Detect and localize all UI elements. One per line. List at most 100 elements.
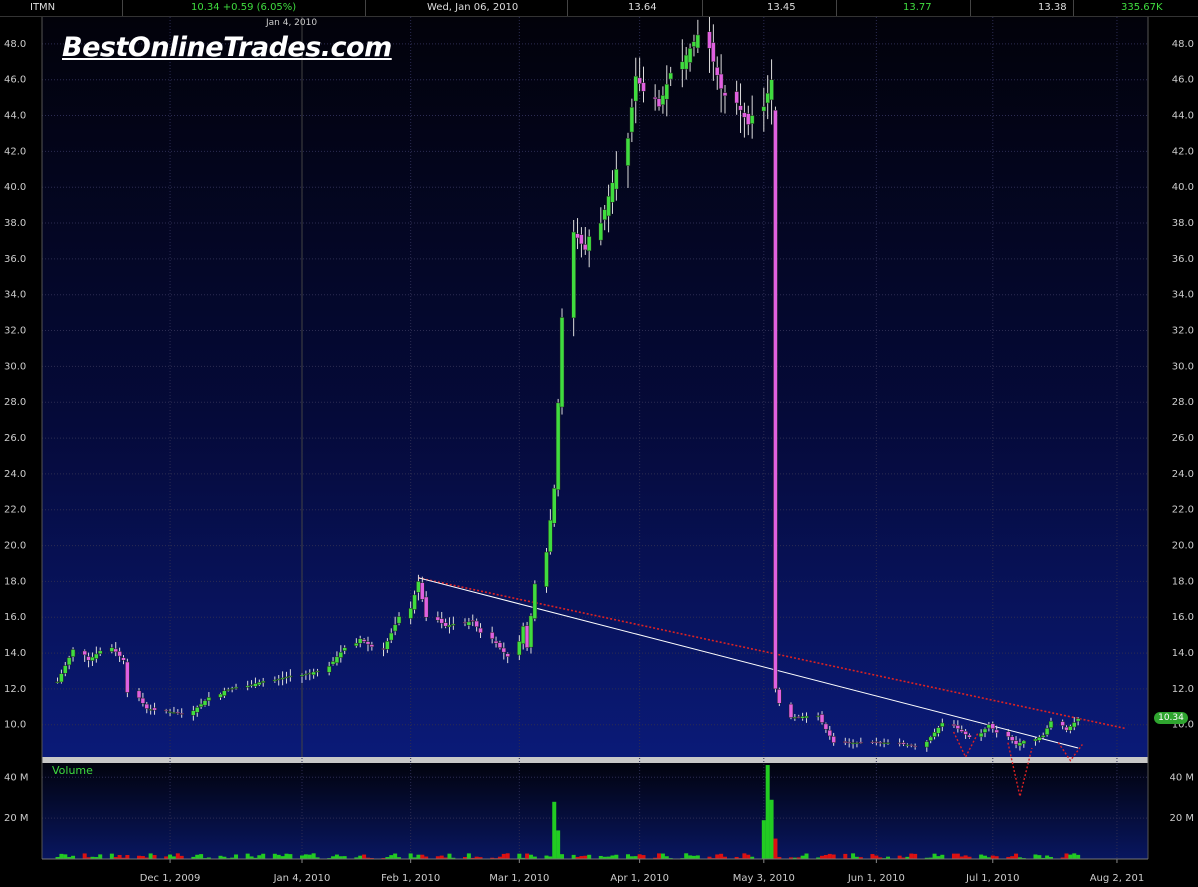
volume-bar [1076,854,1081,859]
volume-bar [773,838,778,859]
candle-body [117,651,122,657]
volume-bar [234,854,239,859]
candle-body [257,682,262,686]
candle-body [718,73,724,89]
candle-body [746,113,751,125]
price-tick-label: 42.0 [4,146,26,157]
date-field: Wed, Jan 06, 2010 [427,2,519,13]
volume-bar [109,853,114,859]
candle-body [443,622,448,627]
volume-bar [963,855,968,859]
candle-body [517,641,522,656]
candle-body [167,711,173,713]
candle-body [315,670,320,673]
candle-body [683,54,689,70]
candle-body [439,618,444,624]
candle-body [827,729,833,737]
price-tick-label: 14.0 [1172,648,1194,659]
candle-body [389,632,394,641]
candle-body [800,716,805,719]
volume-bar [688,855,693,859]
price-tick-label: 10.0 [4,720,26,731]
volume-bar [63,854,68,859]
candle-body [928,736,933,741]
volume-bar [610,855,615,859]
candle-body [804,715,809,719]
volume-bar [334,854,339,859]
candle [773,106,778,693]
candle-body [202,700,208,706]
candle-body [478,627,483,634]
candle-body [656,98,662,107]
candle-body [765,92,770,104]
volume-bar [851,853,856,859]
stock-chart: 10.0 10.012.0 12.014.0 14.016.0 16.018.0 18.0… [0,12,1198,887]
candle-body [606,195,611,217]
candle-body [614,169,619,190]
last-change-field: 10.34 +0.59 (6.05%) [191,2,297,13]
candle-body [222,690,227,696]
candle-body [1044,728,1050,735]
candle-body [1064,726,1069,731]
volume-bar [501,853,506,859]
volume-bar [420,854,425,859]
candle [788,702,794,720]
candle-body [652,97,658,100]
candle-body [528,615,534,648]
volume-bar [571,854,576,859]
candle-body [330,661,336,665]
candle-body [334,656,340,664]
candle-body [233,686,239,689]
volume-bar [1033,854,1038,859]
volume-bar [362,854,367,859]
candle-body [505,653,510,657]
volume-bar [695,855,700,859]
candle-body [951,723,957,727]
candle-body [711,42,716,63]
candle-body [850,742,856,745]
volume-bar [765,765,770,859]
candle [544,548,549,593]
volume-bar [284,853,289,859]
candle-body [303,673,309,676]
volume-bar [742,853,747,859]
candle-body [497,642,503,648]
volume-bar [637,854,642,859]
candle-body [420,582,425,600]
candle-body [555,402,561,491]
candle [532,580,538,622]
price-tick-label: 20.0 [4,541,26,552]
price-tick-label: 38.0 [1172,218,1194,229]
candle-body [668,72,673,80]
date-tick-label: Mar 1, 2010 [489,873,549,884]
candle-body [276,678,281,681]
candle-body [338,651,344,658]
volume-bar [195,854,200,859]
candle-body [1040,735,1046,738]
price-tick-label: 30.0 [4,361,26,372]
volume-bar [827,853,832,859]
price-tick-label: 18.0 [1172,576,1194,587]
candle-body [877,741,883,744]
candle-body [1075,718,1081,722]
date-tick-label: Jul 1, 2010 [965,873,1019,884]
price-tick-label: 48.0 [1172,39,1194,50]
candle-body [369,644,375,648]
price-tick-label: 36.0 [4,254,26,265]
volume-bar [614,854,619,859]
volume-bar [823,854,828,859]
price-tick-label: 22.0 [4,505,26,516]
candle-body [858,741,864,744]
volume-field: 335.67K [1121,2,1163,13]
candle-body [897,742,902,745]
candle-body [579,234,584,245]
candle-body [140,697,146,704]
volume-bar [152,855,157,859]
candle-body [742,112,747,118]
candle-body [94,653,99,659]
price-tick-label: 44.0 [1172,111,1194,122]
candle-body [1013,740,1019,745]
volume-bar [913,853,918,859]
candle-body [909,744,914,746]
volume-bar [1064,853,1069,859]
